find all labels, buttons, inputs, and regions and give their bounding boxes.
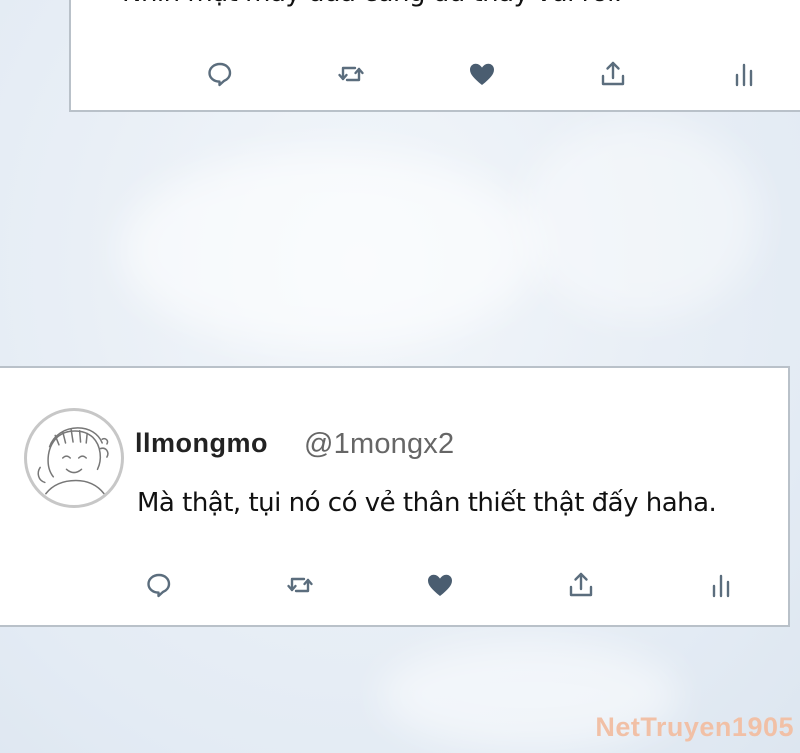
- analytics-icon[interactable]: [704, 568, 738, 602]
- watermark: NetTruyen1905: [595, 712, 794, 742]
- reply-icon[interactable]: [142, 568, 176, 602]
- display-name[interactable]: llmongmo: [135, 428, 268, 459]
- user-handle[interactable]: @1mongx2: [304, 428, 454, 461]
- background-glow: [520, 120, 760, 320]
- retweet-icon[interactable]: [334, 57, 368, 91]
- reply-tweet-text: Mà thật, tụi nó có vẻ thân thiết thật đấ…: [137, 488, 717, 518]
- like-icon[interactable]: [465, 57, 499, 91]
- top-tweet-text: Nhìn mặt mấy đứa cũng đủ thấy vui rồi.: [122, 0, 622, 8]
- share-icon[interactable]: [596, 57, 630, 91]
- analytics-icon[interactable]: [727, 57, 761, 91]
- avatar[interactable]: [24, 408, 124, 508]
- retweet-icon[interactable]: [283, 568, 317, 602]
- share-icon[interactable]: [564, 568, 598, 602]
- reply-icon[interactable]: [203, 57, 237, 91]
- top-tweet-card: [69, 0, 800, 112]
- like-icon[interactable]: [423, 568, 457, 602]
- avatar-sketch-icon: [37, 427, 109, 495]
- background-glow: [120, 150, 540, 350]
